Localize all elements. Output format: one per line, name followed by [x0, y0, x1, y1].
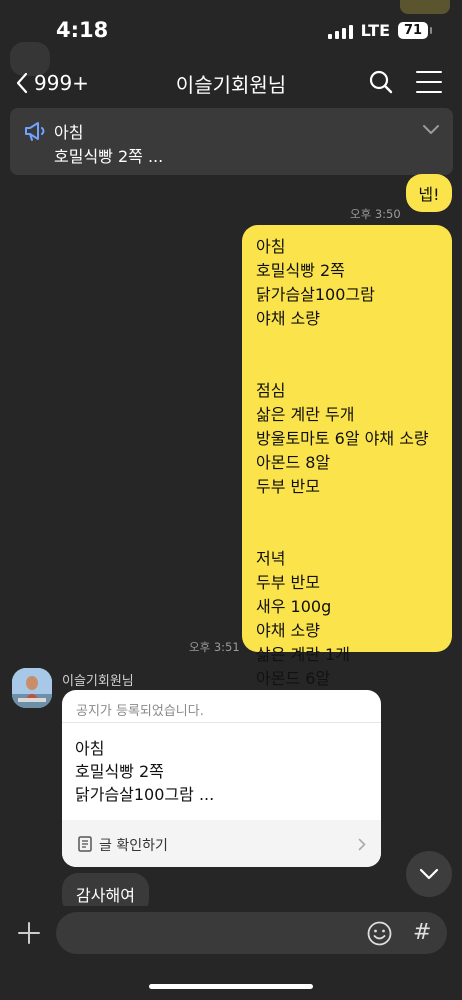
message-time: 오후 3:51 [189, 640, 240, 654]
chevron-left-icon [16, 72, 28, 94]
meal-plan-line: 닭가슴살100그람 [256, 285, 375, 304]
meal-plan-line: 저녁 [256, 549, 286, 568]
notice-card-line: 닭가슴살100그람 ... [75, 785, 215, 804]
notice-title: 아침 [54, 123, 84, 142]
document-icon [78, 836, 92, 852]
emoji-icon[interactable] [367, 921, 392, 946]
hashtag-icon[interactable]: # [413, 920, 431, 945]
chat-title[interactable]: 이슬기회원님 [176, 73, 286, 97]
message-time: 오후 3:50 [350, 207, 401, 221]
chevron-right-icon [358, 838, 366, 851]
meal-plan-line: 아몬드 8알 [256, 453, 331, 472]
menu-line [416, 91, 442, 93]
meal-plan-text: 아침 호밀식빵 2쪽 닭가슴살100그람 야채 소량 점심 삶은 계란 두개 방울토마토 6… [256, 235, 429, 691]
meal-plan-line: 점심 [256, 381, 286, 400]
meal-plan-line: 아몬드 6알 [256, 669, 331, 688]
sender-name: 이슬기회원님 [62, 674, 134, 689]
menu-button[interactable] [416, 71, 442, 93]
meal-plan-line: 야채 소량 [256, 621, 320, 640]
previous-message-bubble [400, 0, 450, 14]
meal-plan-line: 삶은 계란 두개 [256, 405, 355, 424]
back-button[interactable]: 999+ [16, 68, 89, 98]
meal-plan-line: 방울토마토 6알 야채 소량 [256, 429, 429, 448]
view-notice-button[interactable]: 글 확인하기 [99, 835, 168, 855]
chat-screen: 4:18 LTE 71 999+ 이슬기회원님 아침 호밀식빵 2쪽 ... 넵… [0, 0, 462, 1000]
message-text: 넵! [418, 185, 440, 204]
meal-plan-line [256, 331, 429, 355]
unread-count: 999+ [34, 71, 89, 95]
meal-plan-message-bubble[interactable]: 아침 호밀식빵 2쪽 닭가슴살100그람 야채 소량 점심 삶은 계란 두개 방울토마토 6… [242, 225, 452, 688]
meal-plan-line: 두부 반모 [256, 477, 320, 496]
chevron-down-icon[interactable] [422, 124, 440, 136]
my-message-bubble[interactable]: 넵! [406, 174, 452, 212]
meal-plan-line: 아침 [256, 237, 286, 256]
meal-plan-line: 삶은 계란 1개 [256, 645, 350, 664]
search-button[interactable] [368, 69, 394, 95]
chevron-down-icon [419, 868, 439, 880]
message-text: 감사해여 [76, 886, 135, 905]
divider [62, 722, 381, 723]
megaphone-icon [25, 122, 45, 141]
hamburger-menu-icon [416, 71, 442, 73]
meal-plan-line: 새우 100g [256, 597, 332, 616]
meal-plan-line: 호밀식빵 2쪽 [256, 261, 345, 280]
header-ghost-overlay [0, 34, 462, 76]
scroll-to-bottom-button[interactable] [406, 851, 452, 897]
notice-text: 호밀식빵 2쪽 ... [54, 147, 164, 166]
plus-icon[interactable] [18, 922, 40, 944]
meal-plan-line [256, 355, 429, 379]
avatar-image [12, 668, 52, 708]
search-icon [369, 70, 393, 94]
home-indicator [149, 984, 313, 989]
meal-plan-line: 두부 반모 [256, 573, 320, 592]
notice-card-line: 호밀식빵 2쪽 [75, 762, 164, 781]
meal-plan-line [256, 523, 429, 547]
meal-plan-line [256, 499, 429, 523]
notice-card-line: 아침 [75, 739, 105, 758]
avatar[interactable] [12, 668, 52, 708]
notice-card-header: 공지가 등록되었습니다. [76, 704, 204, 719]
meal-plan-line: 야채 소량 [256, 309, 320, 328]
notice-card-body: 아침 호밀식빵 2쪽 닭가슴살100그람 ... [75, 737, 214, 806]
menu-line [416, 81, 442, 83]
